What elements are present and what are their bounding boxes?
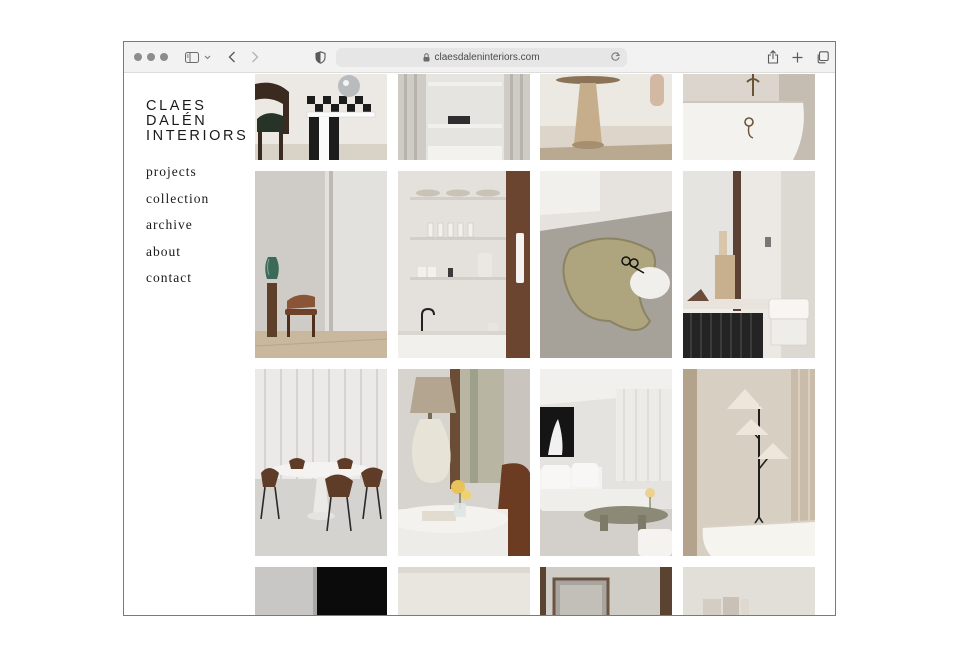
back-icon[interactable] xyxy=(224,49,240,65)
gallery-tile-checkered-stool[interactable] xyxy=(255,74,387,160)
logo-line: DALÉN xyxy=(146,113,208,129)
gallery-tile-stone-table[interactable] xyxy=(540,74,672,160)
close-window-button[interactable] xyxy=(134,53,142,61)
browser-toolbar: claesdaleninteriors.com xyxy=(124,42,835,73)
sidebar-icon[interactable] xyxy=(184,49,200,65)
reload-icon[interactable] xyxy=(610,51,621,65)
nav-link-contact[interactable]: contact xyxy=(146,270,209,297)
logo-line: INTERIORS xyxy=(146,128,249,144)
gallery-tile-sculpted-table[interactable] xyxy=(540,171,672,358)
gallery-tile-wooden-chair[interactable] xyxy=(255,171,387,358)
page-content: CLAES DALÉN INTERIORS projects collectio… xyxy=(124,74,835,615)
gallery-tile-living-room[interactable] xyxy=(540,369,672,556)
gallery-tile-ceramic-objects[interactable] xyxy=(683,567,815,615)
logo-line: CLAES xyxy=(146,98,207,114)
forward-icon[interactable] xyxy=(247,49,263,65)
share-icon[interactable] xyxy=(765,49,781,65)
gallery-tile-floor-lamp[interactable] xyxy=(683,369,815,556)
site-nav: projects collection archive about contac… xyxy=(146,164,209,297)
gallery-tile-table-lamp[interactable] xyxy=(398,369,530,556)
zoom-window-button[interactable] xyxy=(160,53,168,61)
gallery-tile-framed-mirror[interactable] xyxy=(540,567,672,615)
gallery-tile-pale-wall[interactable] xyxy=(398,567,530,615)
browser-window: claesdaleninteriors.com CLAES DALÉN INTE… xyxy=(123,41,836,616)
chevron-down-icon[interactable] xyxy=(202,49,212,65)
nav-link-collection[interactable]: collection xyxy=(146,191,209,218)
shield-icon[interactable] xyxy=(312,49,328,65)
lock-icon xyxy=(423,53,430,62)
nav-link-projects[interactable]: projects xyxy=(146,164,209,191)
gallery-tile-curtained-niche[interactable] xyxy=(398,74,530,160)
tabs-overview-icon[interactable] xyxy=(814,49,830,65)
gallery-tile-window-sculpture[interactable] xyxy=(683,171,815,358)
gallery-tile-bathtub[interactable] xyxy=(683,74,815,160)
site-logo[interactable]: CLAES DALÉN INTERIORS xyxy=(146,99,248,144)
nav-link-archive[interactable]: archive xyxy=(146,217,209,244)
gallery-tile-kitchen-shelves[interactable] xyxy=(398,171,530,358)
minimize-window-button[interactable] xyxy=(147,53,155,61)
new-tab-icon[interactable] xyxy=(789,49,805,65)
gallery-tile-black-panel[interactable] xyxy=(255,567,387,615)
nav-link-about[interactable]: about xyxy=(146,244,209,271)
gallery-tile-dining-table[interactable] xyxy=(255,369,387,556)
address-bar[interactable]: claesdaleninteriors.com xyxy=(336,48,627,67)
url-text: claesdaleninteriors.com xyxy=(434,52,540,63)
